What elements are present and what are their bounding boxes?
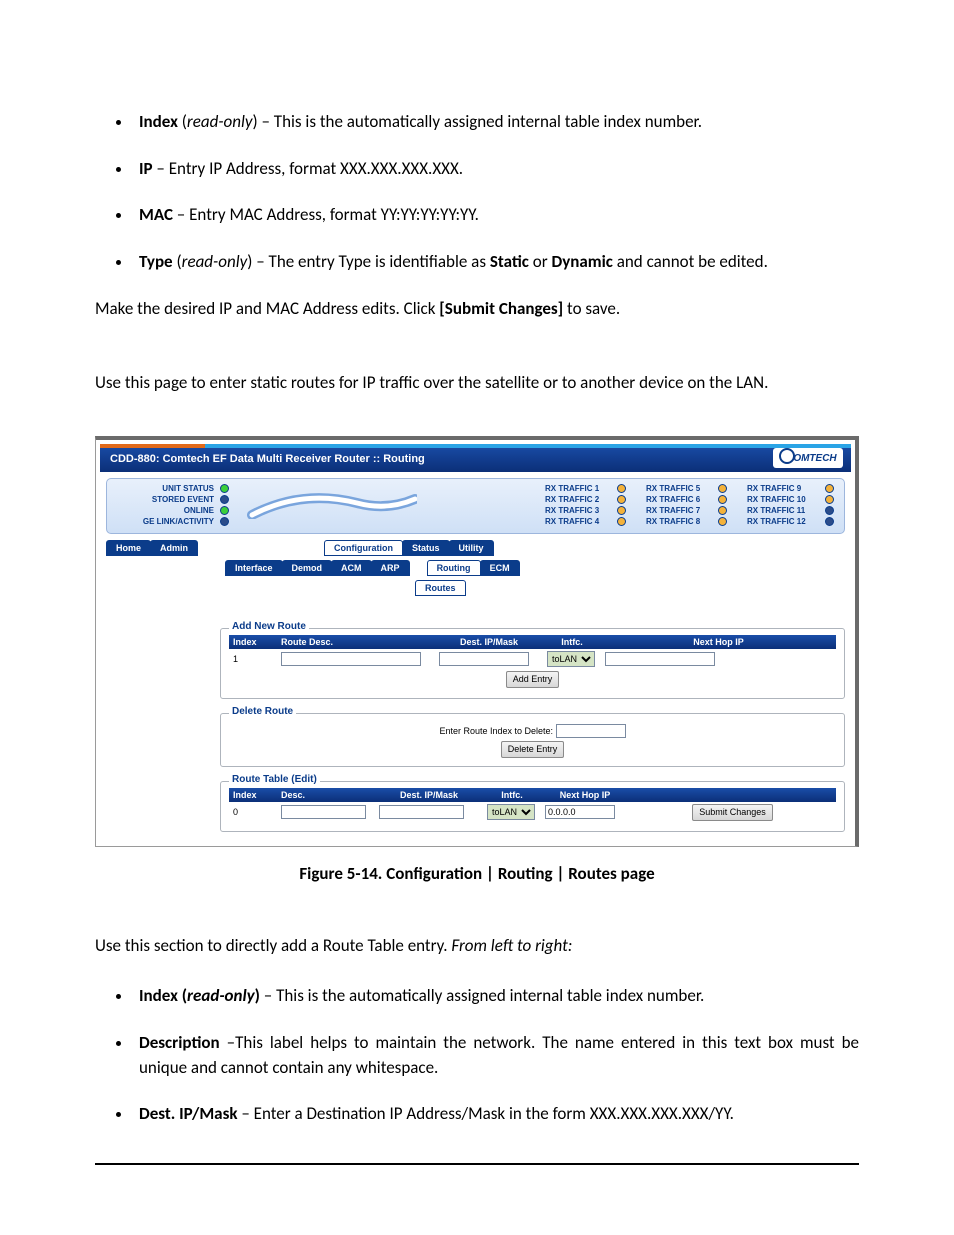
edit-dest-ip-input[interactable] <box>379 805 464 819</box>
paragraph: Use this page to enter static routes for… <box>95 371 859 396</box>
led-icon <box>617 495 626 504</box>
tab-row-2: InterfaceDemodACMARP RoutingECM <box>225 560 845 578</box>
tab-acm[interactable]: ACM <box>331 560 372 576</box>
led-icon <box>825 506 834 515</box>
led-icon <box>220 484 229 493</box>
tab-interface[interactable]: Interface <box>225 560 283 576</box>
edit-intfc-select[interactable]: toLAN <box>487 804 535 820</box>
led-icon <box>617 484 626 493</box>
bullet-item: Description –This label helps to maintai… <box>133 1031 859 1080</box>
add-route-panel: Add New Route Index Route Desc. Dest. IP… <box>220 628 845 699</box>
led-icon <box>220 506 229 515</box>
term: IP <box>139 158 153 179</box>
paragraph: Use this section to directly add a Route… <box>95 934 859 959</box>
led-icon <box>220 495 229 504</box>
tab-routes[interactable]: Routes <box>415 580 466 596</box>
led-icon <box>718 506 727 515</box>
route-table-edit-panel: Route Table (Edit) Index Desc. Dest. IP/… <box>220 781 845 832</box>
term: MAC <box>139 204 173 225</box>
add-entry-button[interactable]: Add Entry <box>506 671 560 688</box>
footer-rule <box>95 1163 859 1165</box>
tail: – The entry Type is identifiable as <box>252 251 489 272</box>
bullet-item: Index (read-only) – This is the automati… <box>133 110 859 135</box>
led-icon <box>825 517 834 526</box>
led-icon <box>617 506 626 515</box>
tail: – Entry IP Address, format XXX.XXX.XXX.X… <box>153 158 464 179</box>
led-icon <box>220 517 229 526</box>
tab-routing[interactable]: Routing <box>427 560 481 576</box>
tab-row-1: HomeAdmin ConfigurationStatusUtility <box>106 540 845 558</box>
tab-ecm[interactable]: ECM <box>480 560 520 576</box>
add-index-value: 1 <box>229 649 277 669</box>
edit-next-hop-input[interactable] <box>545 805 615 819</box>
paren: read-only <box>187 111 253 132</box>
delete-entry-button[interactable]: Delete Entry <box>501 741 565 758</box>
add-route-desc-input[interactable] <box>281 652 421 666</box>
led-icon <box>718 484 727 493</box>
tab-arp[interactable]: ARP <box>371 560 410 576</box>
screenshot-figure: CDD-880: Comtech EF Data Multi Receiver … <box>95 436 859 847</box>
tail: – This is the automatically assigned int… <box>258 111 702 132</box>
led-icon <box>825 495 834 504</box>
panel-legend: Add New Route <box>229 621 309 632</box>
tab-row-3: Routes <box>415 580 845 598</box>
tab-admin[interactable]: Admin <box>150 540 198 556</box>
led-icon <box>718 495 727 504</box>
bullet-item: Index (read-only) – This is the automati… <box>133 984 859 1009</box>
submit-changes-button[interactable]: Submit Changes <box>692 804 773 821</box>
paren: read-only <box>182 251 248 272</box>
status-bar: UNIT STATUS STORED EVENT ONLINE GE LINK/… <box>106 478 845 534</box>
figure-caption: Figure 5-14. Configuration | Routing | R… <box>95 863 859 884</box>
swoosh-graphic <box>247 493 417 519</box>
term: Type <box>139 251 173 272</box>
paragraph: Make the desired IP and MAC Address edit… <box>95 297 859 322</box>
panel-legend: Route Table (Edit) <box>229 774 320 785</box>
panel-legend: Delete Route <box>229 706 296 717</box>
delete-label: Enter Route Index to Delete: <box>439 726 553 736</box>
tail: – Entry MAC Address, format YY:YY:YY:YY:… <box>173 204 479 225</box>
title-bar: CDD-880: Comtech EF Data Multi Receiver … <box>100 444 851 472</box>
bullet-item: Type (read-only) – The entry Type is ide… <box>133 250 859 275</box>
tab-utility[interactable]: Utility <box>449 540 494 556</box>
led-icon <box>617 517 626 526</box>
led-icon <box>718 517 727 526</box>
led-icon <box>825 484 834 493</box>
bullet-item: Dest. IP/Mask – Enter a Destination IP A… <box>133 1102 859 1127</box>
delete-index-input[interactable] <box>556 724 626 738</box>
brand-logo: OMTECH <box>773 448 843 468</box>
bullet-list-top: Index (read-only) – This is the automati… <box>95 110 859 275</box>
add-intfc-select[interactable]: toLAN <box>547 651 595 667</box>
tab-configuration[interactable]: Configuration <box>324 540 403 556</box>
term: Index <box>139 111 178 132</box>
edit-desc-input[interactable] <box>281 805 366 819</box>
add-next-hop-input[interactable] <box>605 652 715 666</box>
tab-home[interactable]: Home <box>106 540 151 556</box>
bullet-list-bottom: Index (read-only) – This is the automati… <box>95 984 859 1127</box>
add-dest-ip-input[interactable] <box>439 652 529 666</box>
tab-status[interactable]: Status <box>402 540 450 556</box>
edit-index-value: 0 <box>229 802 277 823</box>
page-title: CDD-880: Comtech EF Data Multi Receiver … <box>100 453 425 465</box>
tab-demod[interactable]: Demod <box>282 560 333 576</box>
bullet-item: MAC – Entry MAC Address, format YY:YY:YY… <box>133 203 859 228</box>
bullet-item: IP – Entry IP Address, format XXX.XXX.XX… <box>133 157 859 182</box>
delete-route-panel: Delete Route Enter Route Index to Delete… <box>220 713 845 767</box>
